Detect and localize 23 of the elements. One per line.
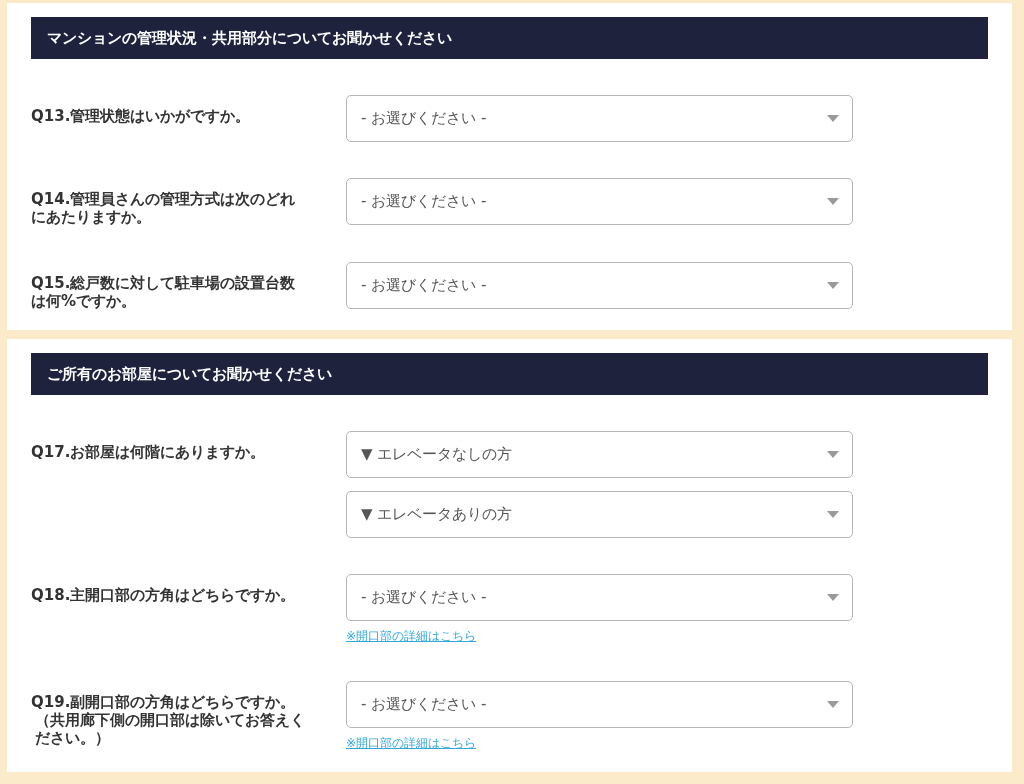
dropdown-select[interactable]: - お選びください -	[346, 262, 853, 309]
dropdown-select[interactable]: - お選びください -	[346, 681, 853, 728]
caret-icon	[827, 115, 839, 122]
question-label: Q13.管理状態はいかがですか。	[31, 106, 252, 127]
caret-icon	[827, 594, 839, 601]
question-label: Q14.管理員さんの管理方式は次のどれにあたりますか。	[31, 189, 297, 226]
question-label: Q15.総戸数に対して駐車場の設置台数は何%ですか。	[31, 273, 297, 310]
caret-icon	[827, 701, 839, 708]
question-note: （共用廊下側の開口部は除いてお答えください。）	[34, 711, 306, 747]
question-label: Q17.お部屋は何階にありますか。	[31, 442, 267, 463]
caret-icon	[827, 511, 839, 518]
dropdown-select[interactable]: - お選びください -	[346, 95, 853, 142]
question-label: Q18.主開口部の方角はどちらですか。	[31, 585, 297, 606]
dropdown-select[interactable]: - お選びください -	[346, 178, 853, 225]
section-header: マンションの管理状況・共用部分についてお聞かせください	[31, 17, 988, 59]
dropdown-select[interactable]: ▼ エレベータなしの方	[346, 431, 853, 478]
question-label: Q19.副開口部の方角はどちらですか。	[31, 693, 297, 711]
caret-icon	[827, 198, 839, 205]
dropdown-select[interactable]: ▼ エレベータありの方	[346, 491, 853, 538]
caret-icon	[827, 451, 839, 458]
caret-icon	[827, 282, 839, 289]
section-header: ご所有のお部屋についてお聞かせください	[31, 353, 988, 395]
dropdown-select[interactable]: - お選びください -	[346, 574, 853, 621]
